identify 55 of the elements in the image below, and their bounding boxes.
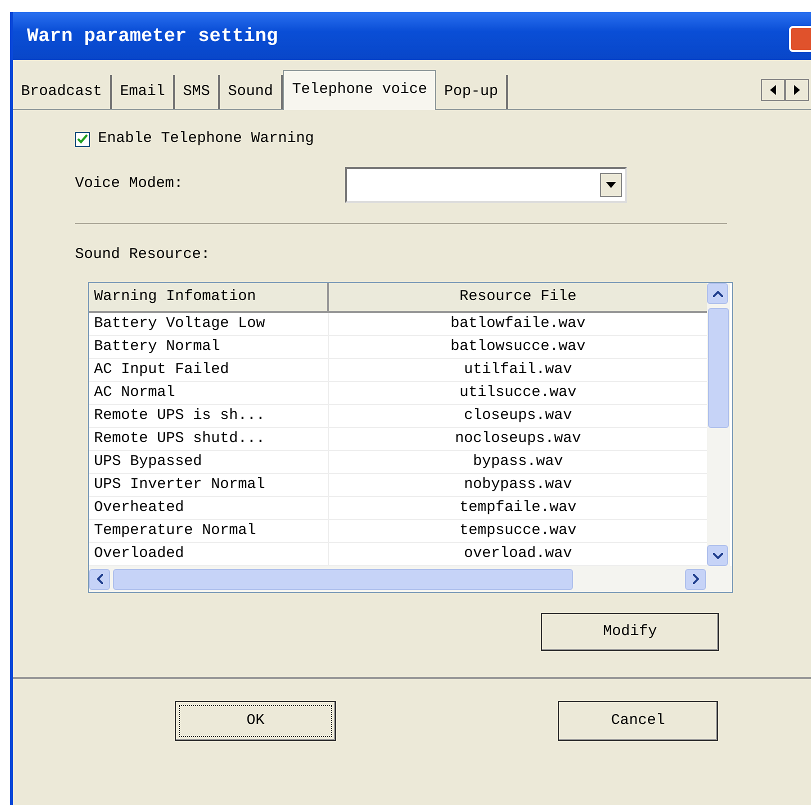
field-label: Voice Modem: bbox=[75, 174, 184, 194]
column-header[interactable]: Warning Infomation bbox=[89, 283, 329, 311]
column-header[interactable]: Resource File bbox=[329, 283, 707, 311]
table-cell: Battery Voltage Low bbox=[89, 313, 329, 335]
table-row[interactable]: Remote UPS shutd... nocloseups.wav bbox=[89, 428, 707, 451]
table-cell: Battery Normal bbox=[89, 336, 329, 358]
table-cell-text: nocloseups.wav bbox=[454, 429, 582, 449]
left-arrow-icon bbox=[770, 85, 776, 95]
table-row[interactable]: AC Normal utilsucce.wav bbox=[89, 382, 707, 405]
table-row[interactable]: UPS Bypassed bypass.wav bbox=[89, 451, 707, 474]
right-arrow-icon bbox=[794, 85, 800, 95]
dropdown-arrow-icon bbox=[606, 182, 616, 188]
section-label: Sound Resource: bbox=[75, 244, 212, 264]
scroll-thumb[interactable] bbox=[708, 308, 729, 428]
checkbox[interactable] bbox=[75, 132, 90, 147]
table-cell: AC Normal bbox=[89, 382, 329, 404]
table-row[interactable]: Overheated tempfaile.wav bbox=[89, 497, 707, 520]
table-row[interactable]: Battery Normal batlowsucce.wav bbox=[89, 336, 707, 359]
checkbox-label: Enable Telephone Warning bbox=[98, 129, 314, 149]
table-cell-text: batlowsucce.wav bbox=[449, 337, 587, 357]
table-cell: Remote UPS is sh... bbox=[89, 405, 329, 427]
scroll-thumb[interactable] bbox=[113, 568, 573, 590]
horizontal-scrollbar[interactable] bbox=[89, 566, 732, 592]
table-row[interactable]: AC Input Failed utilfail.wav bbox=[89, 359, 707, 382]
table-row[interactable]: Temperature Normal tempsucce.wav bbox=[89, 520, 707, 543]
table-cell-text: tempsucce.wav bbox=[458, 521, 578, 541]
table-cell: Overheated bbox=[89, 497, 329, 519]
cancel-button[interactable]: Cancel bbox=[558, 701, 718, 741]
tab[interactable]: Telephone voice bbox=[283, 70, 436, 110]
voice-modem-dropdown[interactable] bbox=[345, 166, 627, 202]
table-cell-text: batlowfaile.wav bbox=[449, 314, 587, 334]
checkmark-icon bbox=[77, 134, 88, 144]
table-cell-text: nobypass.wav bbox=[462, 475, 574, 495]
table-cell-text: closeups.wav bbox=[462, 406, 574, 426]
table-cell-text: utilfail.wav bbox=[462, 360, 574, 380]
close-button[interactable] bbox=[789, 26, 811, 52]
ok-button[interactable]: OK bbox=[175, 701, 336, 741]
table-cell: AC Input Failed bbox=[89, 359, 329, 381]
table-cell: UPS Bypassed bbox=[89, 451, 329, 473]
scroll-right-button[interactable] bbox=[785, 79, 809, 101]
vertical-scrollbar[interactable] bbox=[707, 283, 730, 566]
table-cell: Overloaded bbox=[89, 543, 329, 565]
table-cell: Remote UPS shutd... bbox=[89, 428, 329, 450]
scroll-left-button[interactable] bbox=[761, 79, 785, 101]
table-cell-text: overload.wav bbox=[462, 544, 574, 564]
table-cell-text: utilsucce.wav bbox=[458, 383, 578, 403]
table-row[interactable]: Battery Voltage Low batlowfaile.wav bbox=[89, 313, 707, 336]
table-cell-text: bypass.wav bbox=[472, 452, 564, 472]
table-row[interactable]: UPS Inverter Normal nobypass.wav bbox=[89, 474, 707, 497]
window-title: Warn parameter setting bbox=[27, 24, 278, 49]
table-cell-text: tempfaile.wav bbox=[458, 498, 578, 518]
table-cell: UPS Inverter Normal bbox=[89, 474, 329, 496]
table-cell: Temperature Normal bbox=[89, 520, 329, 542]
table-row[interactable]: Remote UPS is sh... closeups.wav bbox=[89, 405, 707, 428]
modify-button[interactable]: Modify bbox=[541, 613, 719, 651]
